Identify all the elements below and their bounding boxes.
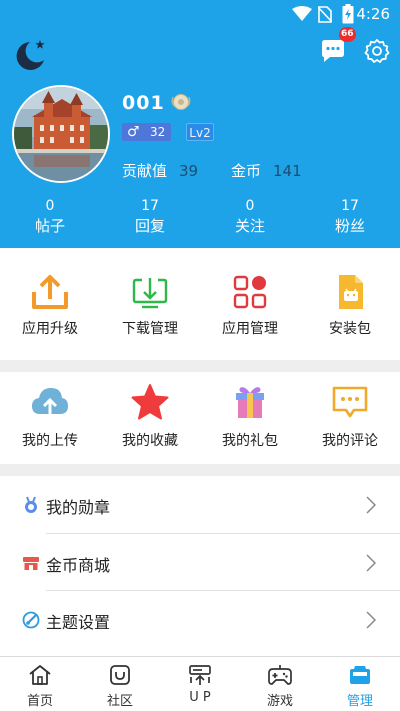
stat-posts[interactable]: 0 帖子 <box>0 197 100 237</box>
grid-item-app-upgrade[interactable]: 应用升级 <box>0 248 100 360</box>
stat-label: 回复 <box>134 217 165 235</box>
list-item-theme-settings[interactable]: 主题设置 <box>0 591 400 648</box>
grid-item-label: 应用管理 <box>222 321 278 337</box>
home-icon <box>29 665 51 685</box>
medal-icon[interactable] <box>170 93 192 111</box>
grid-item-label: 我的上传 <box>22 433 78 449</box>
unread-badge: 66 <box>339 27 356 42</box>
gamepad-icon <box>268 665 292 685</box>
level-badge: Lv2 <box>186 123 214 141</box>
manage-icon <box>350 666 370 684</box>
grid-item-label: 我的收藏 <box>122 433 178 449</box>
stat-value: 17 <box>141 198 159 214</box>
nav-community[interactable]: 社区 <box>80 657 160 711</box>
profile-header: 4:26 66 001 ♂ 32 Lv2 贡献值 39 金币 141 0 帖子 … <box>0 0 400 248</box>
grid-item-app-manager[interactable]: 应用管理 <box>200 248 300 360</box>
nav-home[interactable]: 首页 <box>0 657 80 711</box>
nav-label: 管理 <box>346 694 373 709</box>
stat-value: 0 <box>45 198 55 214</box>
star-icon <box>131 384 169 420</box>
stat-value: 0 <box>245 198 255 214</box>
grid-item-label: 安装包 <box>329 321 371 337</box>
stat-label: 关注 <box>234 217 265 235</box>
stat-followers[interactable]: 17 粉丝 <box>300 197 400 237</box>
coins-label: 金币 <box>231 162 262 180</box>
nav-label: 游戏 <box>266 694 293 709</box>
stat-following[interactable]: 0 关注 <box>200 197 300 237</box>
stat-value: 17 <box>341 198 359 214</box>
grid-item-my-gifts[interactable]: 我的礼包 <box>200 372 300 464</box>
stat-label: 帖子 <box>34 217 65 235</box>
grid-item-my-uploads[interactable]: 我的上传 <box>0 372 100 464</box>
gift-icon <box>236 387 264 418</box>
app-tools-grid: 应用升级 下载管理 应用管理 安装包 <box>0 248 400 360</box>
list-item-coin-shop[interactable]: 金币商城 <box>0 534 400 591</box>
no-sim-icon <box>318 6 332 23</box>
nav-label: 首页 <box>26 694 53 709</box>
section-divider <box>0 464 400 476</box>
gender-count: 32 <box>150 125 166 139</box>
grid-item-label: 应用升级 <box>22 321 78 337</box>
shop-icon <box>23 557 39 570</box>
coins-stat: 金币 141 <box>231 160 302 181</box>
apps-grid-icon <box>233 275 267 309</box>
nav-manage[interactable]: 管理 <box>320 657 400 711</box>
battery-charging-icon <box>342 4 354 24</box>
stat-replies[interactable]: 17 回复 <box>100 197 200 237</box>
male-icon: ♂ <box>127 124 140 140</box>
chat-icon[interactable] <box>318 38 348 66</box>
grid-item-label: 我的评论 <box>322 433 378 449</box>
nav-up[interactable]: U P <box>160 657 240 711</box>
gear-icon[interactable] <box>364 38 390 64</box>
bottom-navigation: 首页 社区 U P 游戏 管理 <box>0 656 400 711</box>
chevron-right-icon <box>366 611 376 629</box>
night-mode-icon[interactable] <box>12 38 48 72</box>
stat-label: 粉丝 <box>334 217 365 235</box>
cloud-upload-icon <box>32 388 68 418</box>
contribution-label: 贡献值 <box>122 162 168 180</box>
castle-photo-image <box>14 87 108 181</box>
section-divider <box>0 360 400 372</box>
grid-item-label: 我的礼包 <box>222 433 278 449</box>
wifi-icon <box>292 6 312 21</box>
palette-icon <box>22 611 40 629</box>
apk-file-icon <box>339 275 363 309</box>
nav-games[interactable]: 游戏 <box>240 657 320 711</box>
grid-item-my-comments[interactable]: 我的评论 <box>300 372 400 464</box>
contribution-value: 39 <box>179 162 199 180</box>
avatar[interactable] <box>12 85 110 183</box>
coins-value: 141 <box>273 162 302 180</box>
grid-item-my-favorites[interactable]: 我的收藏 <box>100 372 200 464</box>
upload-tray-icon <box>32 275 68 309</box>
nav-label: U P <box>189 690 211 705</box>
nav-label: 社区 <box>106 694 133 709</box>
grid-item-install-package[interactable]: 安装包 <box>300 248 400 360</box>
up-icon <box>189 665 211 685</box>
medal-icon <box>25 496 37 513</box>
grid-item-download-manager[interactable]: 下载管理 <box>100 248 200 360</box>
status-bar: 4:26 <box>0 0 400 28</box>
gender-badge: ♂ 32 <box>122 123 171 141</box>
list-item-my-medals[interactable]: 我的勋章 <box>0 476 400 533</box>
username: 001 <box>122 92 165 114</box>
list-item-label: 我的勋章 <box>46 498 111 517</box>
community-icon <box>110 665 130 685</box>
list-item-label: 金币商城 <box>46 556 111 575</box>
list-item-label: 主题设置 <box>46 613 111 632</box>
chevron-right-icon <box>366 554 376 572</box>
grid-item-label: 下载管理 <box>122 321 178 337</box>
chevron-right-icon <box>366 496 376 514</box>
status-time: 4:26 <box>356 5 390 23</box>
my-content-grid: 我的上传 我的收藏 我的礼包 我的评论 <box>0 372 400 464</box>
comment-icon <box>332 386 368 418</box>
download-tray-icon <box>132 278 168 309</box>
contribution-stat: 贡献值 39 <box>122 160 198 181</box>
